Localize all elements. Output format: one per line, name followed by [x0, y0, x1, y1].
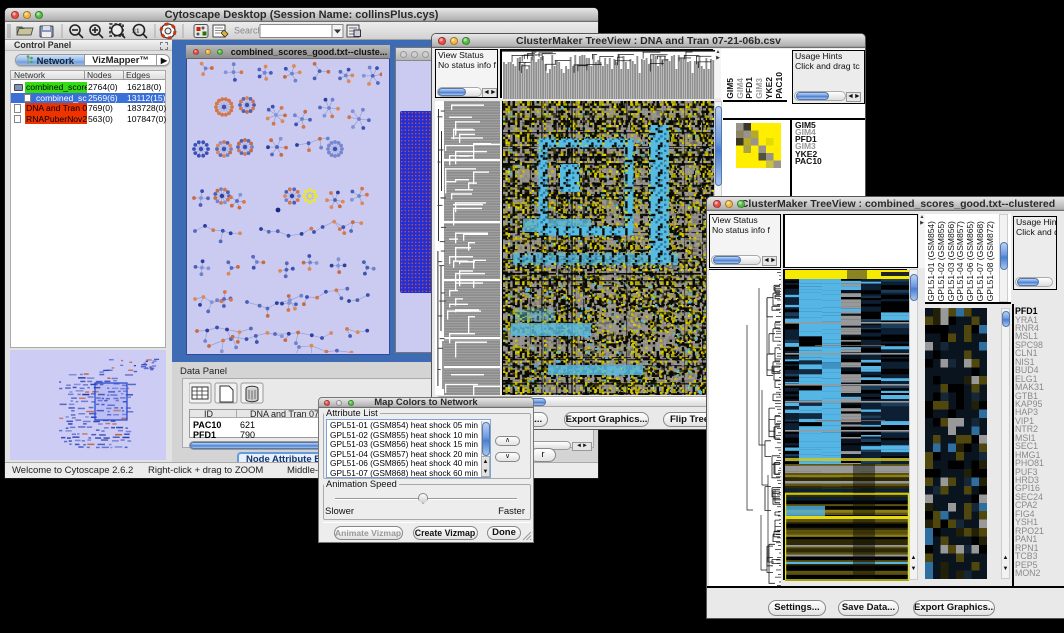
svg-text:1:1: 1:1	[132, 29, 139, 35]
